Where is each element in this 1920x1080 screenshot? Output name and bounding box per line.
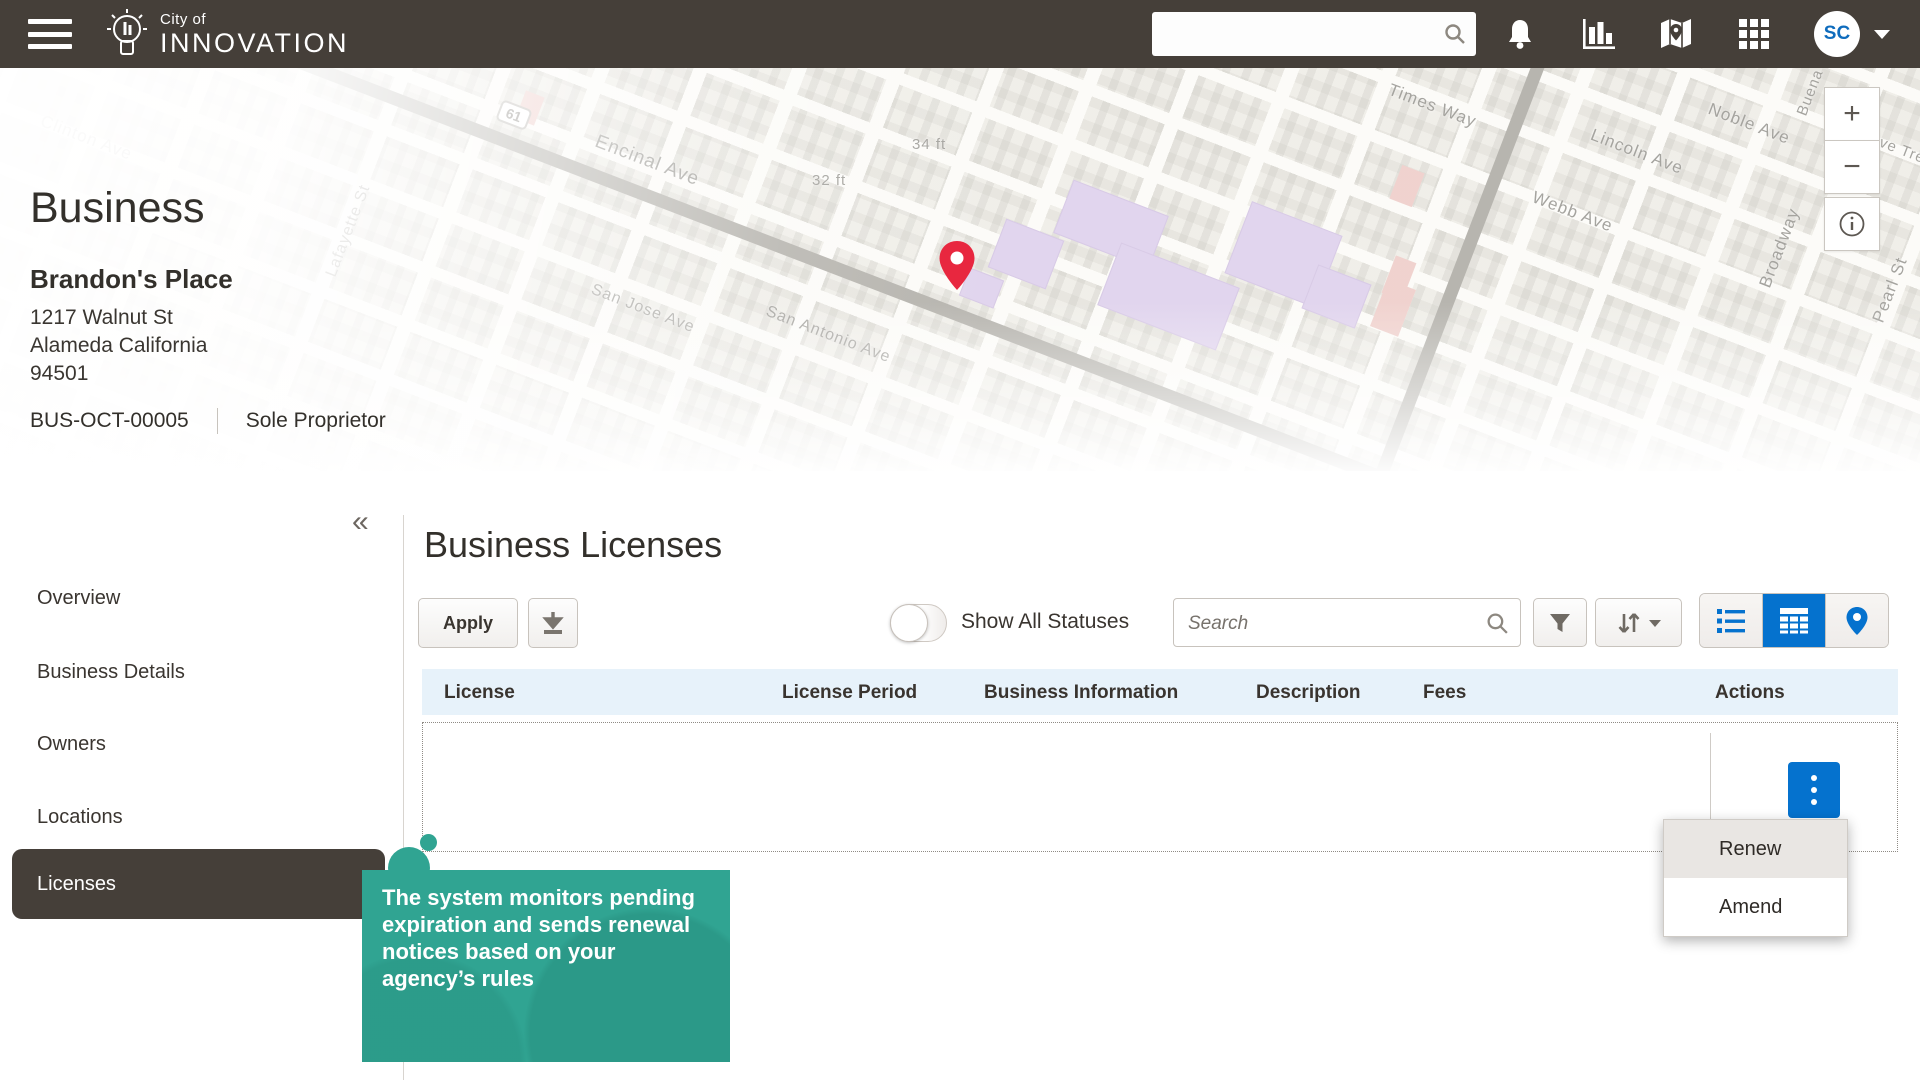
business-id-row: BUS-OCT-00005 Sole Proprietor	[30, 408, 386, 434]
logo-innovation: INNOVATION	[160, 30, 349, 57]
show-all-statuses-label: Show All Statuses	[961, 610, 1129, 634]
notifications-bell-icon[interactable]	[1502, 16, 1538, 52]
renewal-tooltip: The system monitors pending expiration a…	[362, 870, 730, 1062]
reports-chart-icon[interactable]	[1580, 16, 1616, 52]
city-logo: City of INNOVATION	[104, 7, 349, 61]
logo-city-of: City of	[160, 12, 349, 27]
avatar-initials: SC	[1824, 23, 1850, 45]
location-pin-icon[interactable]	[938, 240, 976, 297]
hamburger-menu-icon[interactable]	[28, 19, 72, 49]
lightbulb-logo-icon	[104, 7, 150, 61]
license-search	[1173, 598, 1521, 647]
apps-grid-icon[interactable]	[1736, 16, 1772, 52]
download-button[interactable]	[528, 598, 578, 648]
col-business-information: Business Information	[984, 682, 1178, 704]
list-view-button[interactable]	[1700, 594, 1762, 647]
business-type: Sole Proprietor	[246, 409, 386, 433]
sidebar-item-licenses[interactable]: Licenses	[12, 849, 385, 919]
sidebar-item-overview[interactable]: Overview	[37, 587, 120, 610]
grid-view-button[interactable]	[1762, 594, 1825, 647]
address-line1: 1217 Walnut St	[30, 304, 207, 332]
menu-item-amend[interactable]: Amend	[1664, 878, 1847, 936]
col-license-period: License Period	[782, 682, 917, 704]
section-title: Business Licenses	[424, 524, 722, 566]
divider	[217, 408, 218, 434]
apply-button[interactable]: Apply	[418, 598, 518, 648]
sidebar-item-business-details[interactable]: Business Details	[37, 661, 185, 684]
sidebar-item-owners[interactable]: Owners	[37, 733, 106, 756]
map-hero: Clinton Ave Encinal Ave 34 ft 32 ft San …	[0, 68, 1920, 471]
map-elevation-label: 34 ft	[912, 136, 946, 153]
tooltip-anchor-dot	[420, 834, 437, 851]
license-search-input[interactable]	[1186, 599, 1480, 648]
col-license: License	[444, 682, 515, 704]
sort-button[interactable]	[1595, 598, 1682, 647]
global-search	[1152, 12, 1476, 56]
toggle-knob	[890, 604, 928, 642]
global-search-input[interactable]	[1162, 12, 1436, 58]
menu-item-renew[interactable]: Renew	[1664, 820, 1847, 878]
table-header: License License Period Business Informat…	[422, 669, 1898, 715]
topbar: City of INNOVATION	[0, 0, 1920, 68]
user-menu-caret-icon[interactable]	[1874, 30, 1890, 39]
business-address: 1217 Walnut St Alameda California 94501	[30, 304, 207, 388]
sidebar-collapse-icon[interactable]: «	[352, 507, 369, 537]
address-zip: 94501	[30, 360, 207, 388]
business-name: Brandon's Place	[30, 264, 233, 295]
filter-button[interactable]	[1533, 598, 1587, 647]
col-actions: Actions	[1715, 682, 1785, 704]
avatar[interactable]: SC	[1814, 11, 1860, 57]
search-icon[interactable]	[1443, 22, 1467, 51]
col-fees: Fees	[1423, 682, 1466, 704]
map-info-button[interactable]	[1824, 197, 1880, 251]
business-record-id: BUS-OCT-00005	[30, 409, 189, 433]
page-title: Business	[30, 184, 204, 233]
map-explorer-icon[interactable]	[1658, 16, 1694, 52]
map-zoom-in-button[interactable]: +	[1824, 87, 1880, 141]
map-zoom-out-button[interactable]: −	[1824, 140, 1880, 194]
content: « Overview Business Details Owners Locat…	[0, 471, 1920, 1080]
map-view-button[interactable]	[1825, 594, 1888, 647]
map-elevation-label: 32 ft	[812, 172, 846, 189]
app-root: City of INNOVATION	[0, 0, 1920, 1080]
row-actions-kebab-button[interactable]	[1788, 762, 1840, 818]
map-controls: + −	[1824, 88, 1878, 251]
actions-menu: Renew Amend	[1663, 819, 1848, 937]
address-line2: Alameda California	[30, 332, 207, 360]
sidebar-item-label: Licenses	[37, 873, 116, 896]
col-description: Description	[1256, 682, 1361, 704]
search-icon[interactable]	[1485, 611, 1510, 641]
show-all-statuses-toggle[interactable]	[890, 604, 947, 642]
view-switcher	[1699, 593, 1889, 648]
sidebar-item-locations[interactable]: Locations	[37, 806, 123, 829]
